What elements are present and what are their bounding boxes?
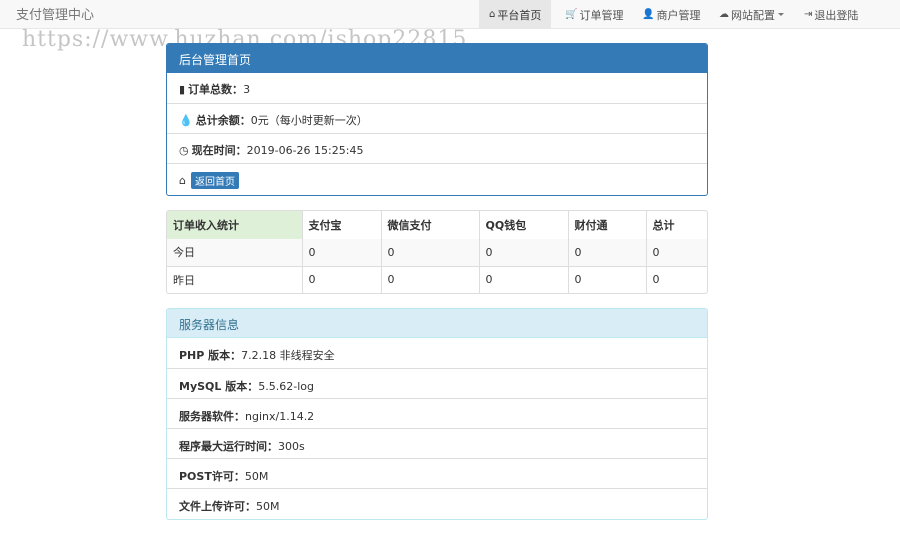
time-value: 2019-06-26 15:25:45 [246, 144, 364, 157]
table-cell: 0 [645, 265, 707, 293]
nav-merchant-management[interactable]: 👤 商户管理 [632, 0, 710, 29]
order-total-label: 订单总数： [188, 83, 244, 96]
table-header: 总计 [645, 211, 707, 239]
balance-label: 总计余额： [195, 114, 251, 127]
brand-title[interactable]: 支付管理中心 [16, 4, 94, 23]
bar-chart-icon: ▮ [179, 83, 186, 96]
cloud-icon: ☁ [719, 9, 729, 20]
order-income-stats-table: 订单收入统计 支付宝 微信支付 QQ钱包 财付通 总计 今日 0 0 0 0 0… [166, 210, 708, 294]
table-cell: 0 [380, 265, 479, 293]
back-home-button[interactable]: 返回首页 [190, 172, 239, 189]
php-version-row: PHP 版本：7.2.18 非线程安全 [167, 338, 707, 368]
nav-label: 退出登陆 [814, 8, 859, 22]
info-value: 300s [278, 440, 305, 453]
info-value: 50M [244, 470, 269, 483]
table-cell: 0 [567, 239, 646, 266]
info-label: PHP 版本： [179, 349, 242, 362]
info-value: nginx/1.14.2 [245, 410, 315, 423]
home-button-row: ⌂ 返回首页 [167, 163, 707, 193]
server-software-row: 服务器软件：nginx/1.14.2 [167, 398, 707, 428]
home-icon: ⌂ [489, 9, 496, 20]
balance-row: 💧 总计余额：0元（每小时更新一次） [167, 103, 707, 133]
info-label: POST许可： [179, 470, 245, 483]
info-label: 服务器软件： [179, 410, 245, 423]
table-header: 订单收入统计 [167, 211, 302, 239]
nav-platform-home[interactable]: ⌂ 平台首页 [479, 0, 552, 29]
upload-limit-row: 文件上传许可：50M [167, 488, 707, 518]
table-cell: 0 [301, 239, 381, 266]
order-total-value: 3 [243, 83, 251, 96]
nav-logout[interactable]: ⇥ 退出登陆 [794, 0, 868, 29]
table-cell: 昨日 [167, 265, 302, 293]
table-header: 微信支付 [380, 211, 479, 239]
table-cell: 今日 [167, 239, 302, 266]
logout-icon: ⇥ [804, 9, 813, 20]
top-navbar: 支付管理中心 ⌂ 平台首页 🛒 订单管理 👤 商户管理 ☁ 网站配置 ⇥ 退出登… [0, 0, 900, 29]
server-info-panel: 服务器信息 PHP 版本：7.2.18 非线程安全 MySQL 版本：5.5.6… [166, 308, 708, 520]
info-label: 文件上传许可： [179, 500, 256, 513]
table-row: 今日 0 0 0 0 0 [167, 239, 707, 266]
table-cell: 0 [380, 239, 479, 266]
panel-title: 服务器信息 [167, 309, 707, 338]
panel-title: 后台管理首页 [167, 44, 707, 73]
info-label: MySQL 版本： [179, 380, 259, 393]
order-total-row: ▮ 订单总数：3 [167, 73, 707, 103]
info-value: 5.5.62-log [258, 380, 314, 393]
balance-value: 0元（每小时更新一次） [250, 114, 368, 127]
nav-label: 商户管理 [656, 8, 701, 22]
table-header: QQ钱包 [478, 211, 568, 239]
table-cell: 0 [478, 239, 568, 266]
table-cell: 0 [478, 265, 568, 293]
admin-home-panel: 后台管理首页 ▮ 订单总数：3 💧 总计余额：0元（每小时更新一次） ◷ 现在时间：2… [166, 43, 708, 196]
caret-down-icon [778, 13, 784, 16]
nav-label: 订单管理 [579, 8, 624, 22]
home-icon: ⌂ [179, 173, 186, 187]
max-execution-time-row: 程序最大运行时间：300s [167, 428, 707, 458]
drop-icon: 💧 [179, 114, 193, 127]
info-label: 程序最大运行时间： [179, 440, 278, 453]
table-cell: 0 [301, 265, 381, 293]
time-label: 现在时间： [191, 144, 247, 157]
mysql-version-row: MySQL 版本：5.5.62-log [167, 368, 707, 398]
clock-icon: ◷ [179, 144, 189, 157]
info-value: 50M [256, 500, 280, 513]
table-cell: 0 [645, 239, 707, 266]
nav-label: 网站配置 [731, 8, 775, 22]
info-value: 7.2.18 非线程安全 [241, 349, 335, 362]
post-limit-row: POST许可：50M [167, 458, 707, 488]
table-cell: 0 [567, 265, 646, 293]
time-row: ◷ 现在时间：2019-06-26 15:25:45 [167, 133, 707, 163]
table-row: 昨日 0 0 0 0 0 [167, 265, 707, 293]
cart-icon: 🛒 [565, 9, 578, 20]
nav-site-config-dropdown[interactable]: ☁ 网站配置 [709, 0, 794, 29]
table-header-row: 订单收入统计 支付宝 微信支付 QQ钱包 财付通 总计 [167, 211, 707, 239]
nav-label: 平台首页 [497, 8, 542, 22]
nav-order-management[interactable]: 🛒 订单管理 [555, 0, 633, 29]
user-icon: 👤 [642, 9, 655, 20]
table-header: 财付通 [567, 211, 646, 239]
table-header: 支付宝 [301, 211, 381, 239]
